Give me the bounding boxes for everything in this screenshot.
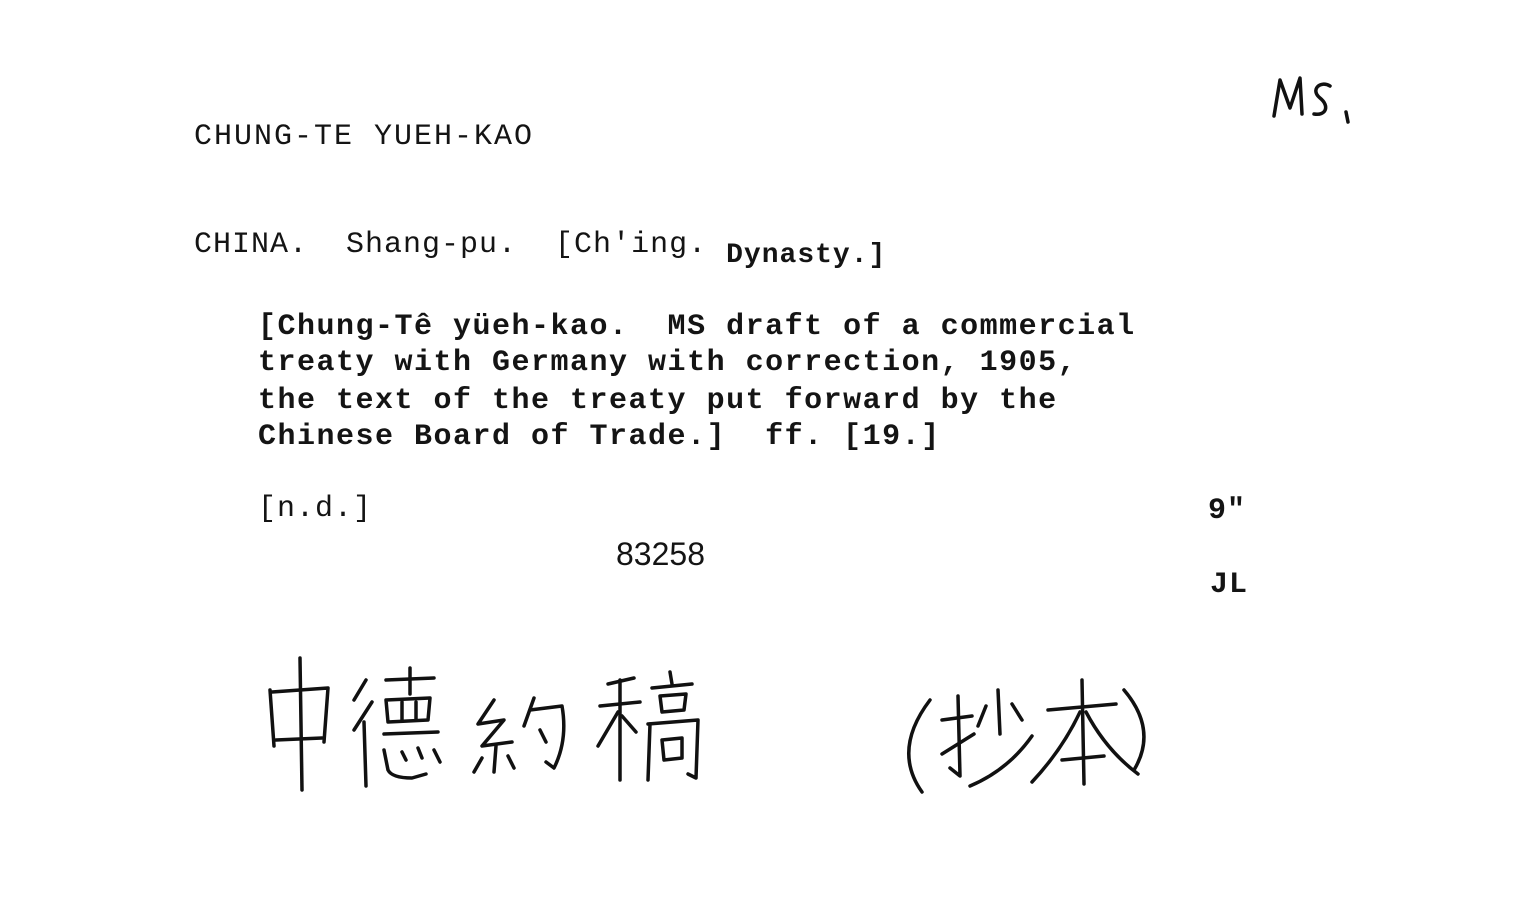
description-line: the text of the treaty put forward by th… (258, 384, 1058, 418)
catalog-card: CHUNG-TE YUEH-KAO CHINA. Shang-pu. [Ch'i… (0, 0, 1519, 901)
main-entry: CHINA. Shang-pu. [Ch'ing. Dynasty.] (194, 228, 886, 271)
description-line: treaty with Germany with correction, 190… (258, 346, 1078, 380)
main-entry-text: CHINA. Shang-pu. [Ch'ing. (194, 228, 708, 262)
publication-date: [n.d.] (258, 492, 373, 526)
accession-number: 83258 (616, 536, 705, 572)
handwritten-ms-note (1272, 76, 1350, 124)
card-heading: CHUNG-TE YUEH-KAO (194, 120, 535, 154)
dynasty-label: Dynasty.] (726, 240, 887, 271)
description-line: [Chung-Tê yüeh-kao. MS draft of a commer… (258, 310, 1136, 344)
handwritten-chinese-title (268, 656, 1146, 794)
description-line: Chinese Board of Trade.] ff. [19.] (258, 420, 941, 454)
item-size: 9" (1208, 494, 1247, 528)
cataloger-initials: JL (1210, 568, 1249, 602)
